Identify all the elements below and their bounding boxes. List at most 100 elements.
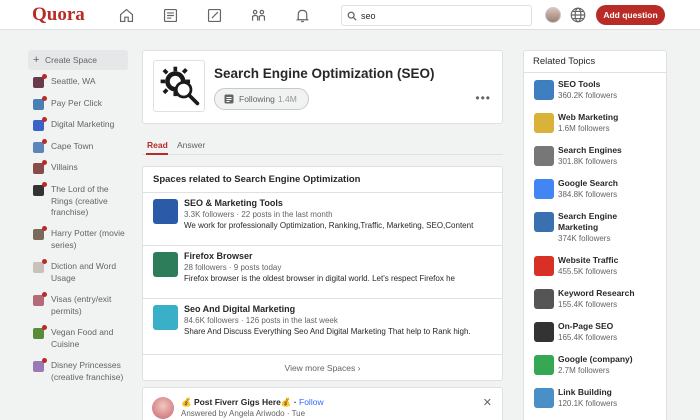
related-topic-google-search[interactable]: Google Search 384.8K followers [524,172,666,205]
related-topic-name[interactable]: On-Page SEO [558,321,666,332]
sidebar-item-label: Disney Princesses (creative franchise) [51,360,124,382]
related-topic-followers: 374K followers [558,234,611,243]
sidebar-item-pay-per-click[interactable]: Pay Per Click [28,96,128,119]
space-thumbnail [33,96,47,110]
post-space-name[interactable]: 💰 Post Fiverr Gigs Here💰 · Follow [181,397,324,408]
related-topic-website-traffic[interactable]: Website Traffic 455.5K followers [524,249,666,282]
search-icon [347,11,357,21]
space-thumbnail[interactable] [153,199,178,224]
search-bar[interactable] [341,5,532,26]
related-topic-followers: 155.4K followers [558,300,618,309]
related-topic-name[interactable]: Search Engine Marketing [558,211,628,233]
sidebar-item-seattle-wa[interactable]: Seattle, WA [28,74,128,98]
unread-dot [42,325,47,330]
user-avatar[interactable] [545,7,561,23]
related-topic-name[interactable]: Link Building [558,387,666,398]
sidebar-item-the-lord-of-the-rings-creative-franchise[interactable]: The Lord of the Rings (creative franchis… [28,182,128,228]
post-author-avatar[interactable] [152,397,174,419]
related-topic-seo-tools[interactable]: SEO Tools 360.2K followers [524,73,666,106]
related-topic-google-company[interactable]: Google (company) 2.7M followers [524,348,666,381]
space-thumbnail [33,160,47,174]
create-space-button[interactable]: + Create Space [28,50,128,70]
post-space-title[interactable]: 💰 Post Fiverr Gigs Here💰 [181,397,291,407]
home-icon[interactable] [116,5,136,25]
plus-icon: + [33,54,40,66]
related-topic-link-building[interactable]: Link Building 120.1K followers [524,381,666,414]
google-company-icon [534,355,554,375]
more-options-icon[interactable]: ••• [475,91,491,105]
edit-icon[interactable] [204,5,224,25]
unread-dot [42,226,47,231]
sidebar-item-harry-potter-movie-series[interactable]: Harry Potter (movie series) [28,226,128,261]
search-input[interactable] [361,10,521,21]
unread-dot [42,358,47,363]
related-topic-name[interactable]: Keyword Research [558,288,666,299]
space-meta: 28 followers · 9 posts today [184,263,282,272]
unread-dot [42,182,47,187]
following-label: Following [239,94,275,104]
sidebar-item-label: The Lord of the Rings (creative franchis… [51,184,109,217]
sidebar-item-diction-and-word-usage[interactable]: Diction and Word Usage [28,259,128,294]
space-row[interactable]: SEO & Marketing Tools 3.3K followers · 22… [143,193,502,246]
sidebar-item-visas-entry-exit-permits[interactable]: Visas (entry/exit permits) [28,292,128,327]
space-row[interactable]: Firefox Browser 28 followers · 9 posts to… [143,246,502,299]
related-topic-name[interactable]: Google (company) [558,354,666,365]
topic-tabs: Read Answer [142,130,503,155]
bell-icon[interactable] [292,5,312,25]
add-question-button[interactable]: Add question [596,5,665,25]
web-marketing-icon [534,113,554,133]
spaces-icon[interactable] [248,5,268,25]
tab-read[interactable]: Read [147,140,168,150]
related-topic-web-marketing[interactable]: Web Marketing 1.6M followers [524,106,666,139]
seo-topic-image [153,60,205,112]
related-topic-name[interactable]: Google Search [558,178,666,189]
related-topic-followers: 120.1K followers [558,399,618,408]
related-topic-name[interactable]: Website Traffic [558,255,666,266]
related-topic-search-engines[interactable]: Search Engines 301.8K followers [524,139,666,172]
unread-dot [42,74,47,79]
space-desc: Firefox browser is the oldest browser in… [184,274,455,283]
space-thumbnail[interactable] [153,305,178,330]
sidebar-item-cape-town[interactable]: Cape Town [28,139,128,162]
create-space-label: Create Space [45,55,97,65]
close-icon[interactable]: ✕ [483,396,492,409]
sidebar-item-label: Pay Per Click [51,98,103,108]
view-more-spaces-button[interactable]: View more Spaces › [143,355,502,381]
globe-icon[interactable] [569,6,587,24]
related-topic-on-page-seo[interactable]: On-Page SEO 165.4K followers [524,315,666,348]
space-row[interactable]: Seo And Digital Marketing 84.6K followers… [143,299,502,355]
left-sidebar: + Create Space Seattle, WA Pay Per Click D… [28,50,128,393]
sidebar-item-villains[interactable]: Villains [28,160,128,184]
unread-dot [42,117,47,122]
sidebar-item-vegan-food-and-cuisine[interactable]: Vegan Food and Cuisine [28,325,128,360]
space-meta: 84.6K followers · 126 posts in the last … [184,316,338,325]
tab-answer[interactable]: Answer [177,140,205,150]
related-topic-name[interactable]: Search Engines [558,145,666,156]
related-spaces-card: Spaces related to Search Engine Optimiza… [142,166,503,381]
space-name[interactable]: Seo And Digital Marketing [184,304,492,315]
related-topics-title: Related Topics [524,51,666,73]
search-engines-icon [534,146,554,166]
sidebar-item-label: Diction and Word Usage [51,261,117,283]
related-topic-name[interactable]: SEO Tools [558,79,666,90]
space-thumbnail[interactable] [153,252,178,277]
related-topic-search-engine-marketing[interactable]: Search Engine Marketing 374K followers [524,205,666,249]
related-topic-keyword-research[interactable]: Keyword Research 155.4K followers [524,282,666,315]
space-thumbnail [33,325,47,339]
quora-logo[interactable]: Quora [32,4,85,26]
space-thumbnail [33,117,47,131]
following-button[interactable]: Following 1.4M [214,88,309,110]
related-spaces-list: SEO & Marketing Tools 3.3K followers · 22… [143,193,502,355]
space-name[interactable]: SEO & Marketing Tools [184,198,492,209]
space-name[interactable]: Firefox Browser [184,251,492,262]
answer-icon[interactable] [160,5,180,25]
post-follow-link[interactable]: Follow [299,397,324,407]
sidebar-item-digital-marketing[interactable]: Digital Marketing [28,117,128,141]
space-thumbnail [33,182,47,196]
following-count: 1.4M [277,94,297,104]
sidebar-item-disney-princesses-creative-franchise[interactable]: Disney Princesses (creative franchise) [28,358,128,393]
post-subtitle: Answered by Angela Ariwodo · Tue [181,409,306,418]
related-topic-name[interactable]: Web Marketing [558,112,666,123]
space-thumbnail [33,226,47,240]
space-thumbnail [33,259,47,273]
